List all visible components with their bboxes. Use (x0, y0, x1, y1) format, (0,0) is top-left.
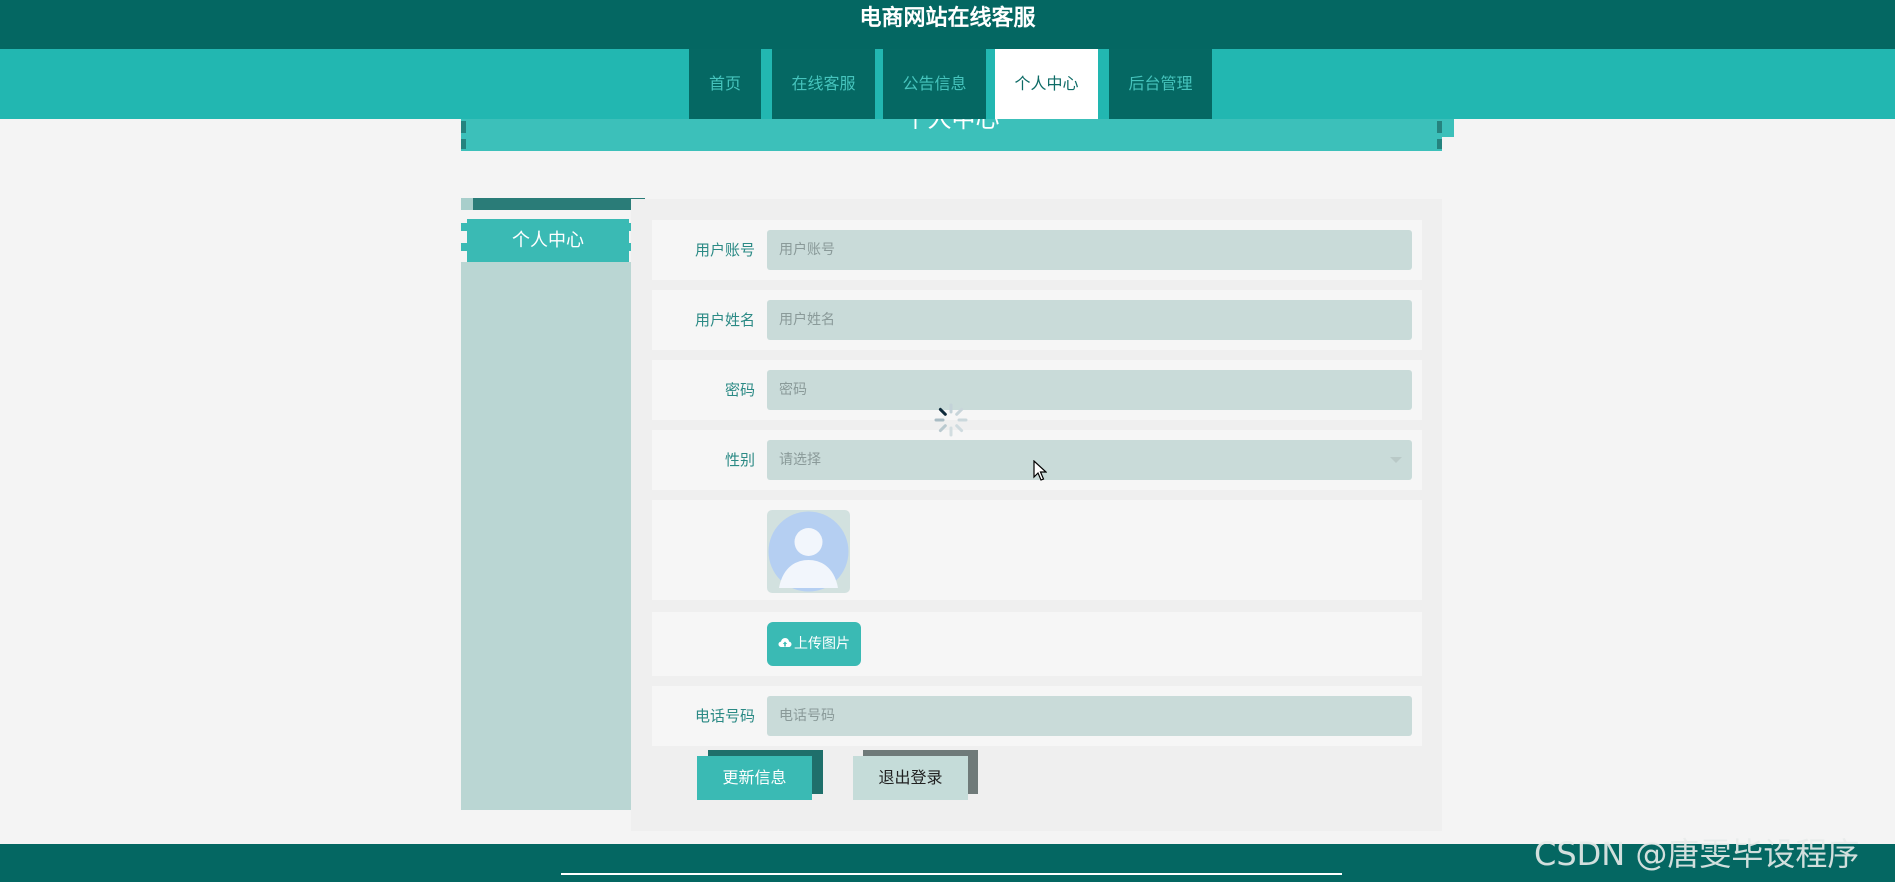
password-label: 密码 (724, 381, 755, 399)
upload-image-button[interactable]: 上传图片 (767, 622, 861, 666)
sidebar-item-personal-center[interactable]: 个人中心 (467, 219, 629, 262)
logout-button[interactable]: 退出登录 (853, 756, 968, 800)
gender-select-placeholder: 请选择 (779, 452, 821, 468)
site-title: 电商网站在线客服 (859, 6, 1036, 31)
main-nav: 首页 在线客服 公告信息 个人中心 后台管理 (0, 49, 1895, 119)
gender-select[interactable]: 请选择 (767, 440, 1412, 480)
header-notch (461, 121, 466, 133)
sidebar-notch (461, 243, 467, 251)
gender-label: 性别 (724, 451, 755, 469)
loading-spinner-icon (934, 403, 968, 437)
sidebar-body (461, 262, 631, 810)
sidebar-notch (461, 223, 467, 231)
password-input[interactable]: 密码 (767, 370, 1412, 410)
header-notch (1437, 139, 1442, 149)
nav-home[interactable]: 首页 (689, 49, 761, 119)
cloud-upload-icon (778, 638, 792, 647)
header-notch (461, 139, 466, 149)
avatar (767, 510, 850, 593)
sidebar-top-bar (473, 198, 645, 210)
username-input[interactable]: 用户账号 (767, 230, 1412, 270)
phone-label: 电话号码 (694, 707, 755, 725)
avatar-placeholder-icon (768, 511, 849, 592)
update-info-button[interactable]: 更新信息 (697, 756, 812, 800)
mouse-cursor-icon (1033, 460, 1047, 481)
name-input[interactable]: 用户姓名 (767, 300, 1412, 340)
username-label: 用户账号 (694, 241, 755, 259)
page-header: 个人中心 (461, 119, 1442, 151)
phone-input[interactable]: 电话号码 (767, 696, 1412, 736)
name-label: 用户姓名 (694, 311, 755, 329)
nav-admin[interactable]: 后台管理 (1109, 49, 1212, 119)
page-header-title: 个人中心 (903, 119, 1000, 133)
nav-announcements[interactable]: 公告信息 (883, 49, 986, 119)
watermark: CSDN @唐雯毕设程序 (1534, 835, 1860, 873)
header-tab (1442, 119, 1454, 137)
nav-online-service[interactable]: 在线客服 (772, 49, 875, 119)
upload-image-label: 上传图片 (794, 636, 850, 652)
footer-divider (561, 873, 1342, 875)
chevron-down-icon (1390, 457, 1402, 463)
nav-personal-center[interactable]: 个人中心 (995, 49, 1098, 119)
sidebar-top-accent (461, 198, 473, 210)
site-title-bar: 电商网站在线客服 (0, 0, 1895, 49)
